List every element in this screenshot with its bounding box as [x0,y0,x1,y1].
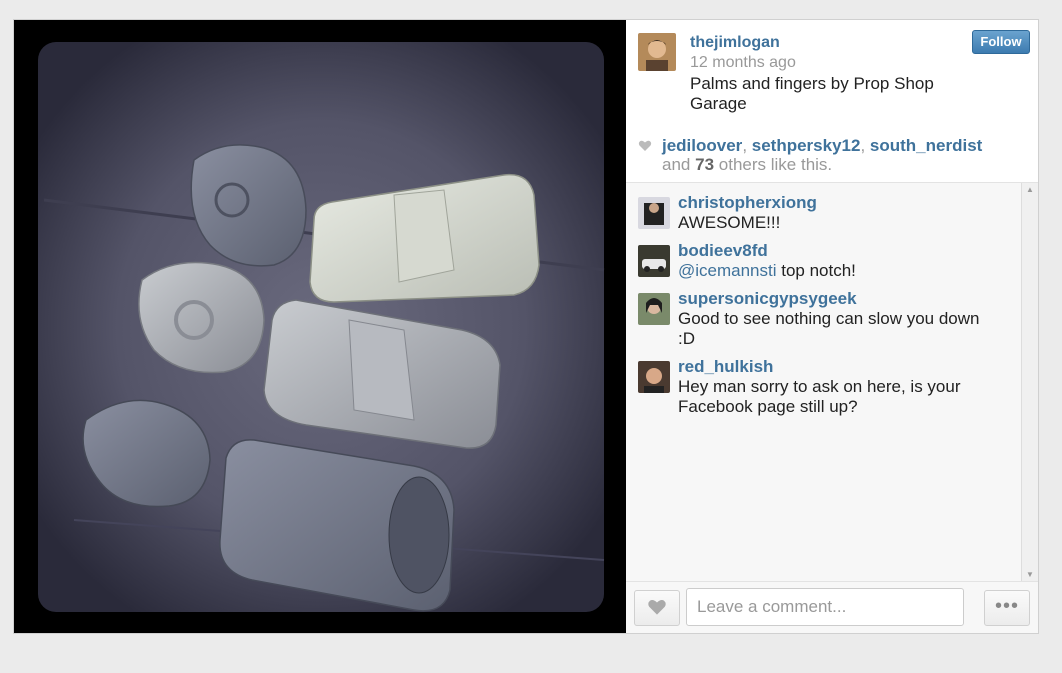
avatar[interactable] [638,361,670,393]
user-avatar-icon [638,361,670,393]
user-avatar-icon [638,197,670,229]
heart-icon [638,140,652,151]
user-avatar-icon [638,293,670,325]
comment-text: Good to see nothing can slow you down :D [678,309,980,348]
post-footer: ••• [626,582,1038,633]
more-options-button[interactable]: ••• [984,590,1030,626]
user-avatar-icon [638,33,676,71]
scroll-up-arrow-icon[interactable]: ▲ [1026,185,1034,194]
liker-name[interactable]: south_nerdist [870,136,982,155]
more-dots-icon: ••• [994,595,1019,617]
likers-list: jediloover, sethpersky12, south_nerdist … [662,136,983,174]
comment-username[interactable]: christopherxiong [678,193,817,213]
like-button[interactable] [634,590,680,626]
avatar[interactable] [638,245,670,277]
comment-text-body: top notch! [776,261,856,280]
likes-suffix: others like this. [718,155,833,174]
post-card: thejimlogan 12 months ago Palms and fing… [14,20,1038,633]
heart-icon [648,600,666,615]
comment-text: AWESOME!!! [678,213,781,232]
photo-image [38,42,605,612]
liker-name[interactable]: jediloover [662,136,742,155]
comment-input[interactable] [686,588,964,626]
post-sidebar: thejimlogan 12 months ago Palms and fing… [626,20,1038,633]
post-username[interactable]: thejimlogan [690,34,780,52]
comment-mention[interactable]: @icemannsti [678,261,777,280]
post-photo[interactable] [14,20,626,633]
comment-username[interactable]: supersonicgypsygeek [678,289,857,309]
comments-scrollbar[interactable]: ▲ ▼ [1021,183,1038,581]
user-avatar-icon [638,245,670,277]
liker-name[interactable]: sethpersky12 [752,136,861,155]
comment-username[interactable]: bodieev8fd [678,241,768,261]
avatar[interactable] [638,293,670,325]
avatar[interactable] [638,197,670,229]
post-header: thejimlogan 12 months ago Palms and fing… [626,20,1038,129]
post-caption: Palms and fingers by Prop Shop Garage [690,74,934,113]
scroll-down-arrow-icon[interactable]: ▼ [1026,570,1034,579]
comment-text: @icemannsti top notch! [678,261,998,281]
follow-button[interactable]: Follow [972,30,1030,54]
comment-username[interactable]: red_hulkish [678,357,773,377]
post-timestamp[interactable]: 12 months ago [690,54,796,72]
comments-list: christopherxiong AWESOME!!! bodieev8fd @… [626,183,1038,582]
likes-count[interactable]: 73 [695,155,714,174]
avatar[interactable] [638,33,676,71]
likes-prefix: and [662,155,691,174]
comment-text: Hey man sorry to ask on here, is your Fa… [678,377,961,416]
likes-section: jediloover, sethpersky12, south_nerdist … [626,128,1038,183]
